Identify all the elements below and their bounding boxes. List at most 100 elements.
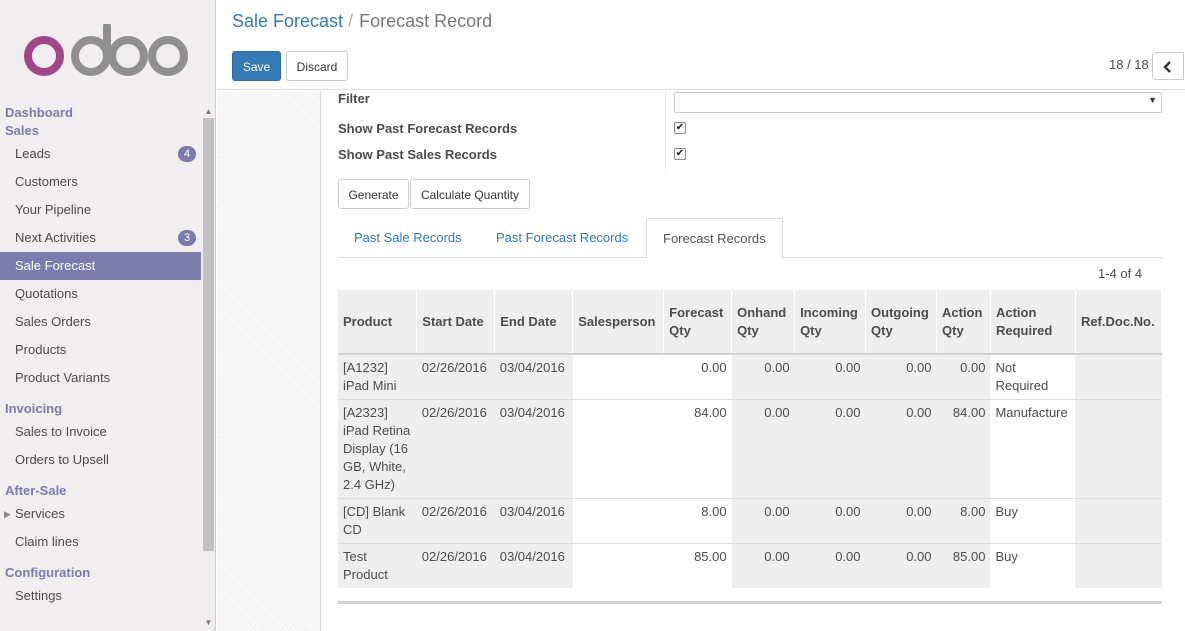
column-header-action-qty[interactable]: Action Qty (936, 290, 991, 355)
cell-action-qty: 84.00 (936, 399, 991, 499)
table-row[interactable]: [A2323] iPad Retina Display (16 GB, Whit… (338, 399, 1162, 499)
sidebar-item-sales-orders[interactable]: Sales Orders (0, 308, 201, 336)
cell-onhand-qty: 0.00 (731, 498, 795, 544)
cell-action-required: Not Required (990, 353, 1076, 400)
generate-button[interactable]: Generate (338, 179, 409, 209)
sidebar-item-next-activities[interactable]: Next Activities 3 (0, 224, 201, 252)
discard-button[interactable]: Discard (286, 51, 348, 81)
cell-product: [A1232] iPad Mini (338, 353, 417, 400)
pager-previous-button[interactable] (1152, 52, 1184, 80)
cell-incoming-qty: 0.00 (794, 399, 866, 499)
table-row[interactable]: Test Product 02/26/2016 03/04/2016 85.00… (338, 543, 1162, 588)
sidebar-item-customers[interactable]: Customers (0, 168, 201, 196)
sidebar-item-leads[interactable]: Leads 4 (0, 140, 201, 168)
cell-start-date: 02/26/2016 (416, 543, 495, 588)
sidebar-item-label: Quotations (15, 286, 78, 301)
show-past-sales-checkbox[interactable]: ✔ (674, 148, 686, 160)
odoo-logo[interactable] (20, 24, 192, 80)
column-header-outgoing-qty[interactable]: Outgoing Qty (865, 290, 937, 355)
form-sheet: Filter Show Past Forecast Records Show P… (320, 91, 1185, 631)
cell-action-qty: 85.00 (936, 543, 991, 588)
menu-section-configuration[interactable]: Configuration (0, 564, 201, 582)
sidebar-item-label: Sales to Invoice (15, 424, 107, 439)
table-footer-bar (338, 601, 1162, 604)
cell-ref-doc-no (1075, 498, 1162, 544)
cell-onhand-qty: 0.00 (731, 399, 795, 499)
sidebar-item-claim-lines[interactable]: Claim lines (0, 528, 201, 556)
sidebar-item-sale-forecast[interactable]: Sale Forecast (0, 252, 201, 280)
sidebar-item-label: Sale Forecast (15, 258, 96, 273)
column-header-action-required[interactable]: Action Required (990, 290, 1076, 355)
cell-action-qty: 8.00 (936, 498, 991, 544)
caret-right-icon: ▶ (4, 509, 11, 519)
sidebar-item-settings[interactable]: Settings (0, 582, 201, 610)
menu-section-invoicing[interactable]: Invoicing (0, 400, 201, 418)
breadcrumb-parent-link[interactable]: Sale Forecast (232, 11, 343, 31)
sidebar-item-label: Orders to Upsell (15, 452, 109, 467)
cell-forecast-qty: 0.00 (663, 353, 732, 400)
tab-forecast-records[interactable]: Forecast Records (646, 218, 783, 259)
sidebar-item-label: Leads (15, 146, 51, 161)
cell-action-required: Buy (990, 543, 1076, 588)
cell-end-date: 03/04/2016 (494, 543, 573, 588)
calculate-quantity-button[interactable]: Calculate Quantity (410, 179, 530, 209)
cell-end-date: 03/04/2016 (494, 498, 573, 544)
cell-forecast-qty: 85.00 (663, 543, 732, 588)
cell-product: Test Product (338, 543, 417, 588)
cell-forecast-qty: 8.00 (663, 498, 732, 544)
filter-select[interactable]: ▼ (674, 92, 1162, 113)
column-header-end-date[interactable]: End Date (494, 290, 574, 355)
leads-count-badge: 4 (178, 146, 196, 162)
menu-section-after-sale[interactable]: After-Sale (0, 482, 201, 500)
column-header-start-date[interactable]: Start Date (416, 290, 496, 355)
show-past-sales-label: Show Past Sales Records (338, 147, 497, 162)
cell-ref-doc-no (1075, 353, 1162, 400)
tab-past-forecast-records[interactable]: Past Forecast Records (480, 218, 644, 258)
cell-start-date: 02/26/2016 (416, 498, 495, 544)
cell-salesperson (572, 543, 664, 588)
sidebar-item-products[interactable]: Products (0, 336, 201, 364)
sidebar-item-label: Settings (15, 588, 62, 603)
column-header-forecast-qty[interactable]: Forecast Qty (663, 290, 733, 355)
cell-start-date: 02/26/2016 (416, 399, 495, 499)
column-header-product[interactable]: Product (338, 290, 418, 355)
sidebar-scrollbar[interactable]: ▲ ▼ (202, 104, 215, 631)
sidebar-item-services[interactable]: ▶ Services (0, 500, 201, 528)
cell-salesperson (572, 498, 664, 544)
sidebar-item-your-pipeline[interactable]: Your Pipeline (0, 196, 201, 224)
table-row[interactable]: [A1232] iPad Mini 02/26/2016 03/04/2016 … (338, 353, 1162, 400)
sidebar-item-sales-to-invoice[interactable]: Sales to Invoice (0, 418, 201, 446)
next-activities-count-badge: 3 (178, 230, 196, 246)
column-header-onhand-qty[interactable]: Onhand Qty (731, 290, 796, 355)
show-past-forecast-label: Show Past Forecast Records (338, 121, 518, 136)
show-past-forecast-checkbox[interactable]: ✔ (674, 122, 686, 134)
menu-section-dashboard[interactable]: Dashboard (0, 104, 201, 122)
pager-value[interactable]: 18 / 18 (1109, 57, 1149, 72)
sidebar-item-quotations[interactable]: Quotations (0, 280, 201, 308)
column-header-incoming-qty[interactable]: Incoming Qty (794, 290, 867, 355)
cell-action-required: Manufacture (990, 399, 1076, 499)
column-header-salesperson[interactable]: Salesperson (572, 290, 665, 355)
cell-outgoing-qty: 0.00 (865, 399, 937, 499)
save-button[interactable]: Save (232, 51, 281, 81)
scrollbar-thumb[interactable] (203, 118, 214, 551)
cell-forecast-qty: 84.00 (663, 399, 732, 499)
sidebar-item-orders-to-upsell[interactable]: Orders to Upsell (0, 446, 201, 474)
cell-product: [CD] Blank CD (338, 498, 417, 544)
sidebar-item-label: Services (15, 506, 65, 521)
tab-past-sale-records[interactable]: Past Sale Records (338, 218, 478, 258)
table-row[interactable]: [CD] Blank CD 02/26/2016 03/04/2016 8.00… (338, 498, 1162, 544)
sidebar-item-label: Next Activities (15, 230, 96, 245)
sidebar-item-label: Products (15, 342, 67, 357)
scroll-up-icon[interactable]: ▲ (202, 106, 215, 118)
column-header-ref-doc-no[interactable]: Ref.Doc.No. (1075, 290, 1163, 355)
scroll-down-icon[interactable]: ▼ (202, 617, 215, 629)
sidebar-item-label: Customers (15, 174, 78, 189)
cell-incoming-qty: 0.00 (794, 353, 866, 400)
sidebar-item-product-variants[interactable]: Product Variants (0, 364, 201, 392)
sidebar-item-label: Your Pipeline (15, 202, 92, 217)
menu-section-sales[interactable]: Sales (0, 122, 201, 140)
cell-start-date: 02/26/2016 (416, 353, 495, 400)
cell-outgoing-qty: 0.00 (865, 498, 937, 544)
sidebar-item-label: Sales Orders (15, 314, 91, 329)
